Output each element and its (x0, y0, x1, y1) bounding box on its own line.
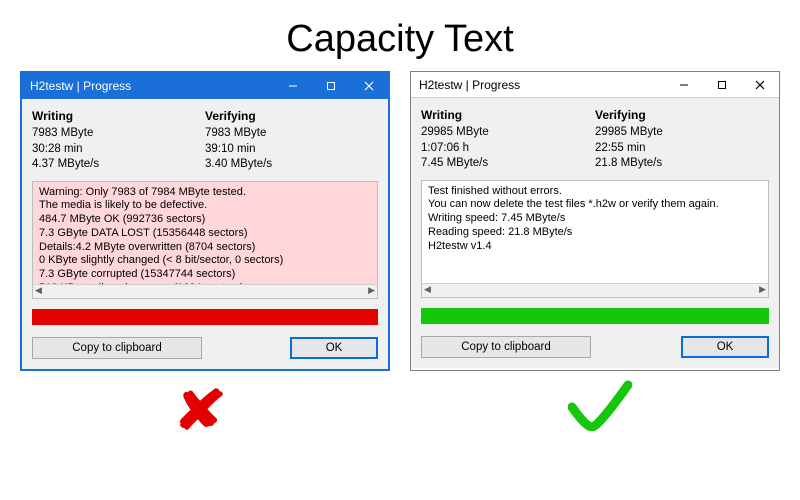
progress-bar (421, 308, 769, 324)
log-textarea[interactable]: Warning: Only 7983 of 7984 MByte tested.… (32, 181, 378, 299)
verifying-stats: Verifying 29985 MByte 22:55 min 21.8 MBy… (595, 104, 769, 174)
minimize-button[interactable] (274, 73, 312, 99)
writing-stats: Writing 29985 MByte 1:07:06 h 7.45 MByte… (421, 104, 595, 174)
stats-row: Writing 29985 MByte 1:07:06 h 7.45 MByte… (421, 104, 769, 174)
log-line: Details:4.2 MByte overwritten (8704 sect… (39, 241, 371, 255)
scroll-left-icon[interactable]: ◀ (35, 285, 42, 296)
window-body: Writing 7983 MByte 30:28 min 4.37 MByte/… (22, 99, 388, 369)
verifying-label: Verifying (205, 109, 378, 123)
maximize-button[interactable] (312, 73, 350, 99)
verifying-size: 29985 MByte (595, 125, 769, 141)
result-marks: ✘ (0, 379, 800, 442)
log-line: 7.3 GByte corrupted (15347744 sectors) (39, 268, 371, 282)
verifying-time: 22:55 min (595, 141, 769, 157)
log-line: The media is likely to be defective. (39, 199, 371, 213)
scrollbar-horizontal[interactable]: ◀ ▶ (422, 283, 768, 297)
scrollbar-horizontal[interactable]: ◀ ▶ (33, 284, 377, 298)
window-body: Writing 29985 MByte 1:07:06 h 7.45 MByte… (411, 98, 779, 368)
window-title: H2testw | Progress (419, 78, 520, 92)
window-controls (274, 73, 388, 99)
log-content: Warning: Only 7983 of 7984 MByte tested.… (33, 182, 377, 298)
comparison-panes: H2testw | Progress Writing 7983 MByte 30… (0, 71, 800, 371)
verifying-stats: Verifying 7983 MByte 39:10 min 3.40 MByt… (205, 105, 378, 175)
log-content: Test finished without errors.You can now… (422, 181, 768, 297)
dialog-pass: H2testw | Progress Writing 29985 MByte 1… (410, 71, 780, 371)
button-row: Copy to clipboard OK (421, 336, 769, 358)
log-line: Writing speed: 7.45 MByte/s (428, 212, 762, 226)
writing-label: Writing (32, 109, 205, 123)
writing-time: 30:28 min (32, 142, 205, 158)
titlebar[interactable]: H2testw | Progress (22, 73, 388, 99)
verifying-speed: 3.40 MByte/s (205, 157, 378, 173)
close-button[interactable] (350, 73, 388, 99)
log-line: 484.7 MByte OK (992736 sectors) (39, 213, 371, 227)
maximize-button[interactable] (703, 72, 741, 97)
verifying-size: 7983 MByte (205, 126, 378, 142)
scroll-right-icon[interactable]: ▶ (368, 285, 375, 296)
writing-size: 29985 MByte (421, 125, 595, 141)
button-row: Copy to clipboard OK (32, 337, 378, 359)
verifying-speed: 21.8 MByte/s (595, 156, 769, 172)
log-line: 7.3 GByte DATA LOST (15356448 sectors) (39, 227, 371, 241)
log-line: Warning: Only 7983 of 7984 MByte tested. (39, 186, 371, 200)
writing-speed: 4.37 MByte/s (32, 157, 205, 173)
window-title: H2testw | Progress (30, 79, 131, 93)
ok-button[interactable]: OK (681, 336, 769, 358)
writing-time: 1:07:06 h (421, 141, 595, 157)
titlebar[interactable]: H2testw | Progress (411, 72, 779, 98)
log-line: 0 KByte slightly changed (< 8 bit/sector… (39, 254, 371, 268)
log-line: You can now delete the test files *.h2w … (428, 198, 762, 212)
log-line: Test finished without errors. (428, 185, 762, 199)
check-icon (415, 379, 785, 442)
stats-row: Writing 7983 MByte 30:28 min 4.37 MByte/… (32, 105, 378, 175)
log-line: H2testw v1.4 (428, 240, 762, 254)
copy-to-clipboard-button[interactable]: Copy to clipboard (421, 336, 591, 358)
page-title: Capacity Text (0, 0, 800, 71)
progress-bar (32, 309, 378, 325)
window-controls (665, 72, 779, 97)
log-line: Reading speed: 21.8 MByte/s (428, 226, 762, 240)
dialog-fail: H2testw | Progress Writing 7983 MByte 30… (20, 71, 390, 371)
scroll-left-icon[interactable]: ◀ (424, 284, 431, 295)
writing-label: Writing (421, 108, 595, 122)
verifying-time: 39:10 min (205, 142, 378, 158)
cross-icon: ✘ (0, 379, 422, 442)
log-textarea[interactable]: Test finished without errors.You can now… (421, 180, 769, 298)
ok-button[interactable]: OK (290, 337, 378, 359)
verifying-label: Verifying (595, 108, 769, 122)
minimize-button[interactable] (665, 72, 703, 97)
writing-stats: Writing 7983 MByte 30:28 min 4.37 MByte/… (32, 105, 205, 175)
close-button[interactable] (741, 72, 779, 97)
copy-to-clipboard-button[interactable]: Copy to clipboard (32, 337, 202, 359)
writing-size: 7983 MByte (32, 126, 205, 142)
writing-speed: 7.45 MByte/s (421, 156, 595, 172)
scroll-right-icon[interactable]: ▶ (759, 284, 766, 295)
